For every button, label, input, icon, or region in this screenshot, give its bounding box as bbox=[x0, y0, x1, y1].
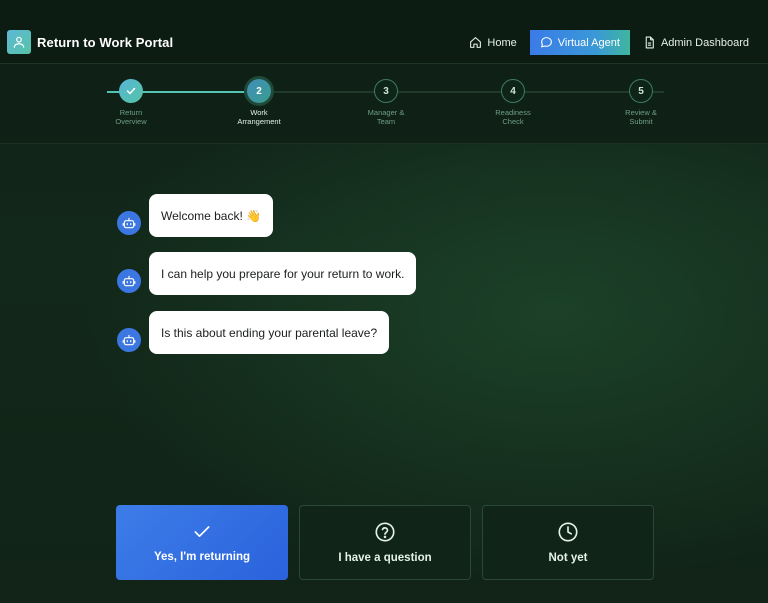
top-nav: Home Virtual Agent Admin Dashboard bbox=[462, 30, 756, 55]
option-label: Yes, I'm returning bbox=[153, 551, 251, 563]
step-number: 3 bbox=[374, 79, 398, 103]
question-circle-icon bbox=[375, 522, 395, 542]
option-have-question-button[interactable]: I have a question bbox=[299, 505, 471, 580]
chat-message: Is this about ending your parental leave… bbox=[117, 311, 390, 354]
step-review-submit[interactable]: 5 Review & Submit bbox=[596, 79, 686, 126]
step-label: Review & Submit bbox=[625, 108, 657, 126]
brand[interactable]: Return to Work Portal bbox=[7, 30, 173, 54]
progress-stepper: Return Overview 2 Work Arrangement 3 Manag… bbox=[0, 64, 768, 144]
nav-virtual-agent[interactable]: Virtual Agent bbox=[529, 30, 630, 55]
step-manager-team[interactable]: 3 Manager & Team bbox=[341, 79, 431, 126]
clock-icon bbox=[558, 522, 578, 542]
chat-message: Welcome back! 👋 bbox=[117, 194, 274, 237]
nav-home[interactable]: Home bbox=[462, 30, 523, 55]
bot-icon bbox=[117, 268, 141, 293]
app-header: Return to Work Portal Home Virtual Agent… bbox=[0, 0, 768, 64]
nav-admin-dashboard[interactable]: Admin Dashboard bbox=[636, 30, 756, 55]
document-icon bbox=[645, 36, 654, 49]
step-label: Readiness Check bbox=[495, 108, 531, 126]
step-work-arrangement[interactable]: 2 Work Arrangement bbox=[214, 79, 304, 126]
nav-admin-label: Admin Dashboard bbox=[660, 36, 749, 49]
check-icon bbox=[194, 526, 210, 537]
step-label: Return Overview bbox=[115, 108, 147, 126]
step-label: Work Arrangement bbox=[237, 108, 281, 126]
step-number: 5 bbox=[629, 79, 653, 103]
app-title: Return to Work Portal bbox=[37, 34, 174, 50]
bot-icon bbox=[117, 327, 141, 352]
option-label: Not yet bbox=[548, 552, 588, 564]
option-not-yet-button[interactable]: Not yet bbox=[482, 505, 654, 580]
step-number: 4 bbox=[501, 79, 525, 103]
option-yes-returning-button[interactable]: Yes, I'm returning bbox=[116, 505, 288, 580]
chat-message: I can help you prepare for your return t… bbox=[117, 252, 417, 295]
step-readiness-check[interactable]: 4 Readiness Check bbox=[468, 79, 558, 126]
step-complete-check-icon bbox=[119, 79, 143, 103]
option-label: I have a question bbox=[338, 552, 432, 564]
nav-home-label: Home bbox=[487, 36, 517, 49]
nav-virtual-agent-label: Virtual Agent bbox=[557, 36, 620, 49]
step-number: 2 bbox=[247, 79, 271, 103]
chat-bubble: I can help you prepare for your return t… bbox=[149, 252, 417, 295]
step-label: Manager & Team bbox=[367, 108, 405, 126]
home-icon bbox=[470, 37, 482, 48]
step-return-overview[interactable]: Return Overview bbox=[86, 79, 176, 126]
chat-bubble: Is this about ending your parental leave… bbox=[149, 311, 390, 354]
chat-bubble: Welcome back! 👋 bbox=[149, 194, 274, 237]
user-icon bbox=[7, 30, 31, 54]
chat-bubble-icon bbox=[540, 37, 552, 48]
bot-icon bbox=[117, 210, 141, 235]
